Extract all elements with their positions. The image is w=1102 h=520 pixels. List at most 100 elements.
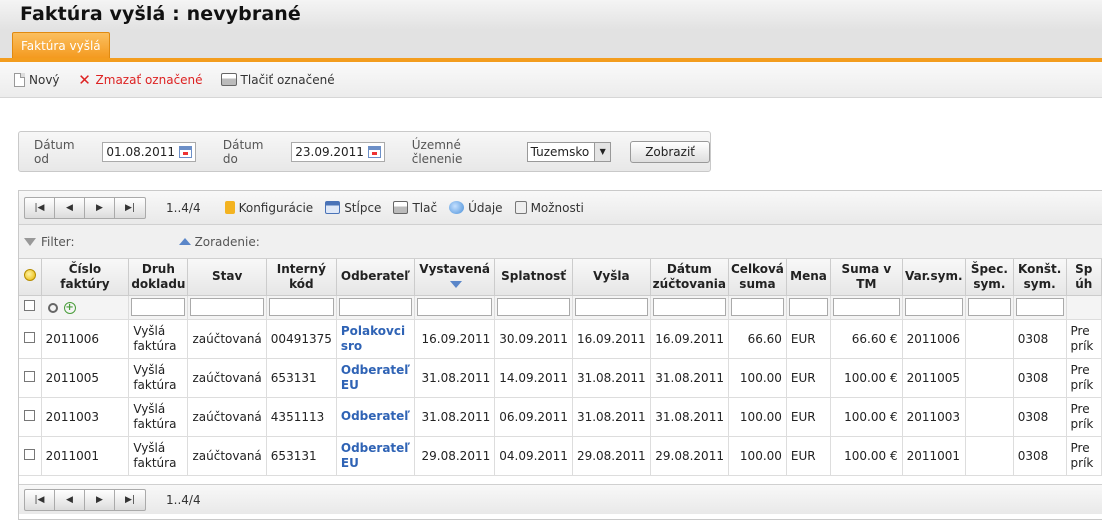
- cell-number: 2011003: [41, 397, 130, 437]
- column-header[interactable]: Stav: [187, 259, 267, 296]
- new-button[interactable]: Nový: [14, 72, 60, 87]
- filter-row: +: [19, 295, 1102, 320]
- column-filter-input[interactable]: [967, 298, 1011, 316]
- columns-button[interactable]: Stĺpce: [325, 201, 381, 215]
- add-filter-icon[interactable]: +: [63, 301, 76, 314]
- column-filter-input[interactable]: [338, 298, 413, 316]
- column-header[interactable]: Druh dokladu: [128, 259, 189, 296]
- filter-cell: [902, 295, 966, 320]
- pager-buttons: |◀ ◀ ▶ ▶|: [24, 488, 146, 511]
- column-filter-input[interactable]: [417, 298, 493, 316]
- grid-print-button[interactable]: Tlač: [393, 201, 437, 215]
- prev-page-button[interactable]: ◀: [55, 197, 85, 218]
- configurations-button[interactable]: Konfigurácie: [224, 200, 314, 215]
- column-filter-input[interactable]: [730, 298, 784, 316]
- calendar-icon[interactable]: [367, 145, 381, 158]
- column-header[interactable]: Číslo faktúry: [41, 259, 130, 296]
- cell-customer[interactable]: Odberateľ: [336, 397, 416, 437]
- column-filter-input[interactable]: [904, 298, 963, 316]
- select-all-header[interactable]: [19, 259, 42, 296]
- date-to-label: Dátum do: [222, 137, 264, 166]
- calendar-icon[interactable]: [178, 145, 192, 158]
- column-header[interactable]: Suma v TM: [830, 259, 903, 296]
- cell-due: 04.09.2011: [494, 436, 573, 476]
- next-page-button[interactable]: ▶: [85, 489, 115, 510]
- grid-footer-pager: |◀ ◀ ▶ ▶| 1..4/4: [19, 484, 1102, 514]
- row-checkbox[interactable]: [24, 448, 36, 460]
- column-filter-input[interactable]: [190, 298, 264, 316]
- column-header[interactable]: Dátum zúčtovania: [650, 259, 729, 296]
- cell-pay: Pre prík: [1066, 436, 1102, 476]
- toolbar: Nový ✕ Zmazať označené Tlačiť označené: [0, 62, 1102, 98]
- table-row[interactable]: 2011005 Vyšlá faktúra zaúčtovaná 653131 Odbe…: [19, 358, 1102, 398]
- column-filter-input[interactable]: [574, 298, 648, 316]
- cell-total_tm: 100.00 €: [830, 397, 903, 437]
- column-filter-input[interactable]: [268, 298, 334, 316]
- column-header[interactable]: Var.sym.: [902, 259, 966, 296]
- column-header[interactable]: Konšt. sym.: [1013, 259, 1067, 296]
- tab-invoice-out[interactable]: Faktúra vyšlá: [12, 32, 110, 58]
- row-checkbox[interactable]: [24, 409, 36, 421]
- sort-descending-icon: [450, 280, 463, 288]
- column-header[interactable]: Špec. sym.: [965, 259, 1014, 296]
- filter-cell: +: [41, 295, 130, 320]
- date-from-input[interactable]: 01.08.2011: [102, 141, 196, 162]
- prev-page-button[interactable]: ◀: [55, 489, 85, 510]
- print-selected-button[interactable]: Tlačiť označené: [220, 72, 335, 87]
- column-header[interactable]: Splatnosť: [494, 259, 573, 296]
- cell-state: zaúčtovaná: [187, 358, 267, 398]
- column-header[interactable]: Vyšla: [572, 259, 651, 296]
- cell-pay: Pre prík: [1066, 319, 1102, 359]
- column-filter-input[interactable]: [833, 298, 900, 316]
- status-icon: [23, 268, 36, 281]
- row-checkbox[interactable]: [24, 331, 36, 343]
- cell-code: 653131: [266, 436, 337, 476]
- column-filter-input[interactable]: [1015, 298, 1064, 316]
- cell-var: 2011005: [902, 358, 966, 398]
- select-all-checkbox[interactable]: [24, 300, 36, 311]
- table-row[interactable]: 2011003 Vyšlá faktúra zaúčtovaná 4351113 Odb…: [19, 397, 1102, 437]
- print-button-label: Tlačiť označené: [240, 72, 335, 87]
- column-header[interactable]: Odberateľ: [336, 259, 416, 296]
- column-header[interactable]: Interný kód: [266, 259, 337, 296]
- territory-select[interactable]: Tuzemsko ▼: [526, 141, 612, 162]
- cell-total: 100.00: [728, 358, 787, 398]
- delete-selected-button[interactable]: ✕ Zmazať označené: [78, 72, 202, 87]
- last-page-button[interactable]: ▶|: [115, 198, 145, 218]
- date-to-input[interactable]: 23.09.2011: [291, 141, 385, 162]
- page-title: Faktúra vyšlá : nevybrané: [20, 3, 301, 25]
- show-button[interactable]: Zobraziť: [630, 140, 710, 163]
- configurations-label: Konfigurácie: [238, 200, 314, 215]
- filter-sort-bar: Filter: Zoradenie:: [19, 225, 1102, 259]
- next-page-button[interactable]: ▶: [85, 197, 115, 218]
- column-filter-input[interactable]: [788, 298, 829, 316]
- last-page-button[interactable]: ▶|: [115, 490, 145, 510]
- pager-buttons: |◀ ◀ ▶ ▶|: [24, 196, 146, 219]
- column-filter-input[interactable]: [131, 298, 186, 316]
- cell-total_tm: 100.00 €: [830, 436, 903, 476]
- column-header[interactable]: Mena: [786, 259, 832, 296]
- column-header-sorted[interactable]: Vystavená: [414, 259, 496, 296]
- cell-customer[interactable]: Odberateľ EU: [336, 436, 416, 476]
- search-icon[interactable]: [47, 302, 58, 313]
- cell-spec: [965, 319, 1014, 359]
- table-row[interactable]: 2011006 Vyšlá faktúra zaúčtovaná 00491375 Po…: [19, 319, 1102, 359]
- cell-customer[interactable]: Polakovci sro: [336, 319, 416, 359]
- first-page-button[interactable]: |◀: [25, 489, 55, 510]
- record-range: 1..4/4: [166, 200, 201, 215]
- options-button[interactable]: Možnosti: [514, 201, 584, 215]
- column-filter-input[interactable]: [652, 298, 726, 316]
- filter-cell: [572, 295, 651, 320]
- data-button[interactable]: Údaje: [449, 200, 503, 215]
- cell-currency: EUR: [786, 436, 832, 476]
- cell-customer[interactable]: Odberateľ EU: [336, 358, 416, 398]
- column-header[interactable]: Sp úh: [1066, 259, 1102, 296]
- row-checkbox[interactable]: [24, 370, 36, 382]
- data-label: Údaje: [468, 200, 503, 215]
- column-header[interactable]: Celková suma: [728, 259, 787, 296]
- column-filter-input[interactable]: [497, 298, 570, 316]
- table-row[interactable]: 2011001 Vyšlá faktúra zaúčtovaná 653131 Odbe…: [19, 436, 1102, 476]
- cell-currency: EUR: [786, 397, 832, 437]
- cell-const: 0308: [1013, 319, 1067, 359]
- first-page-button[interactable]: |◀: [25, 197, 55, 218]
